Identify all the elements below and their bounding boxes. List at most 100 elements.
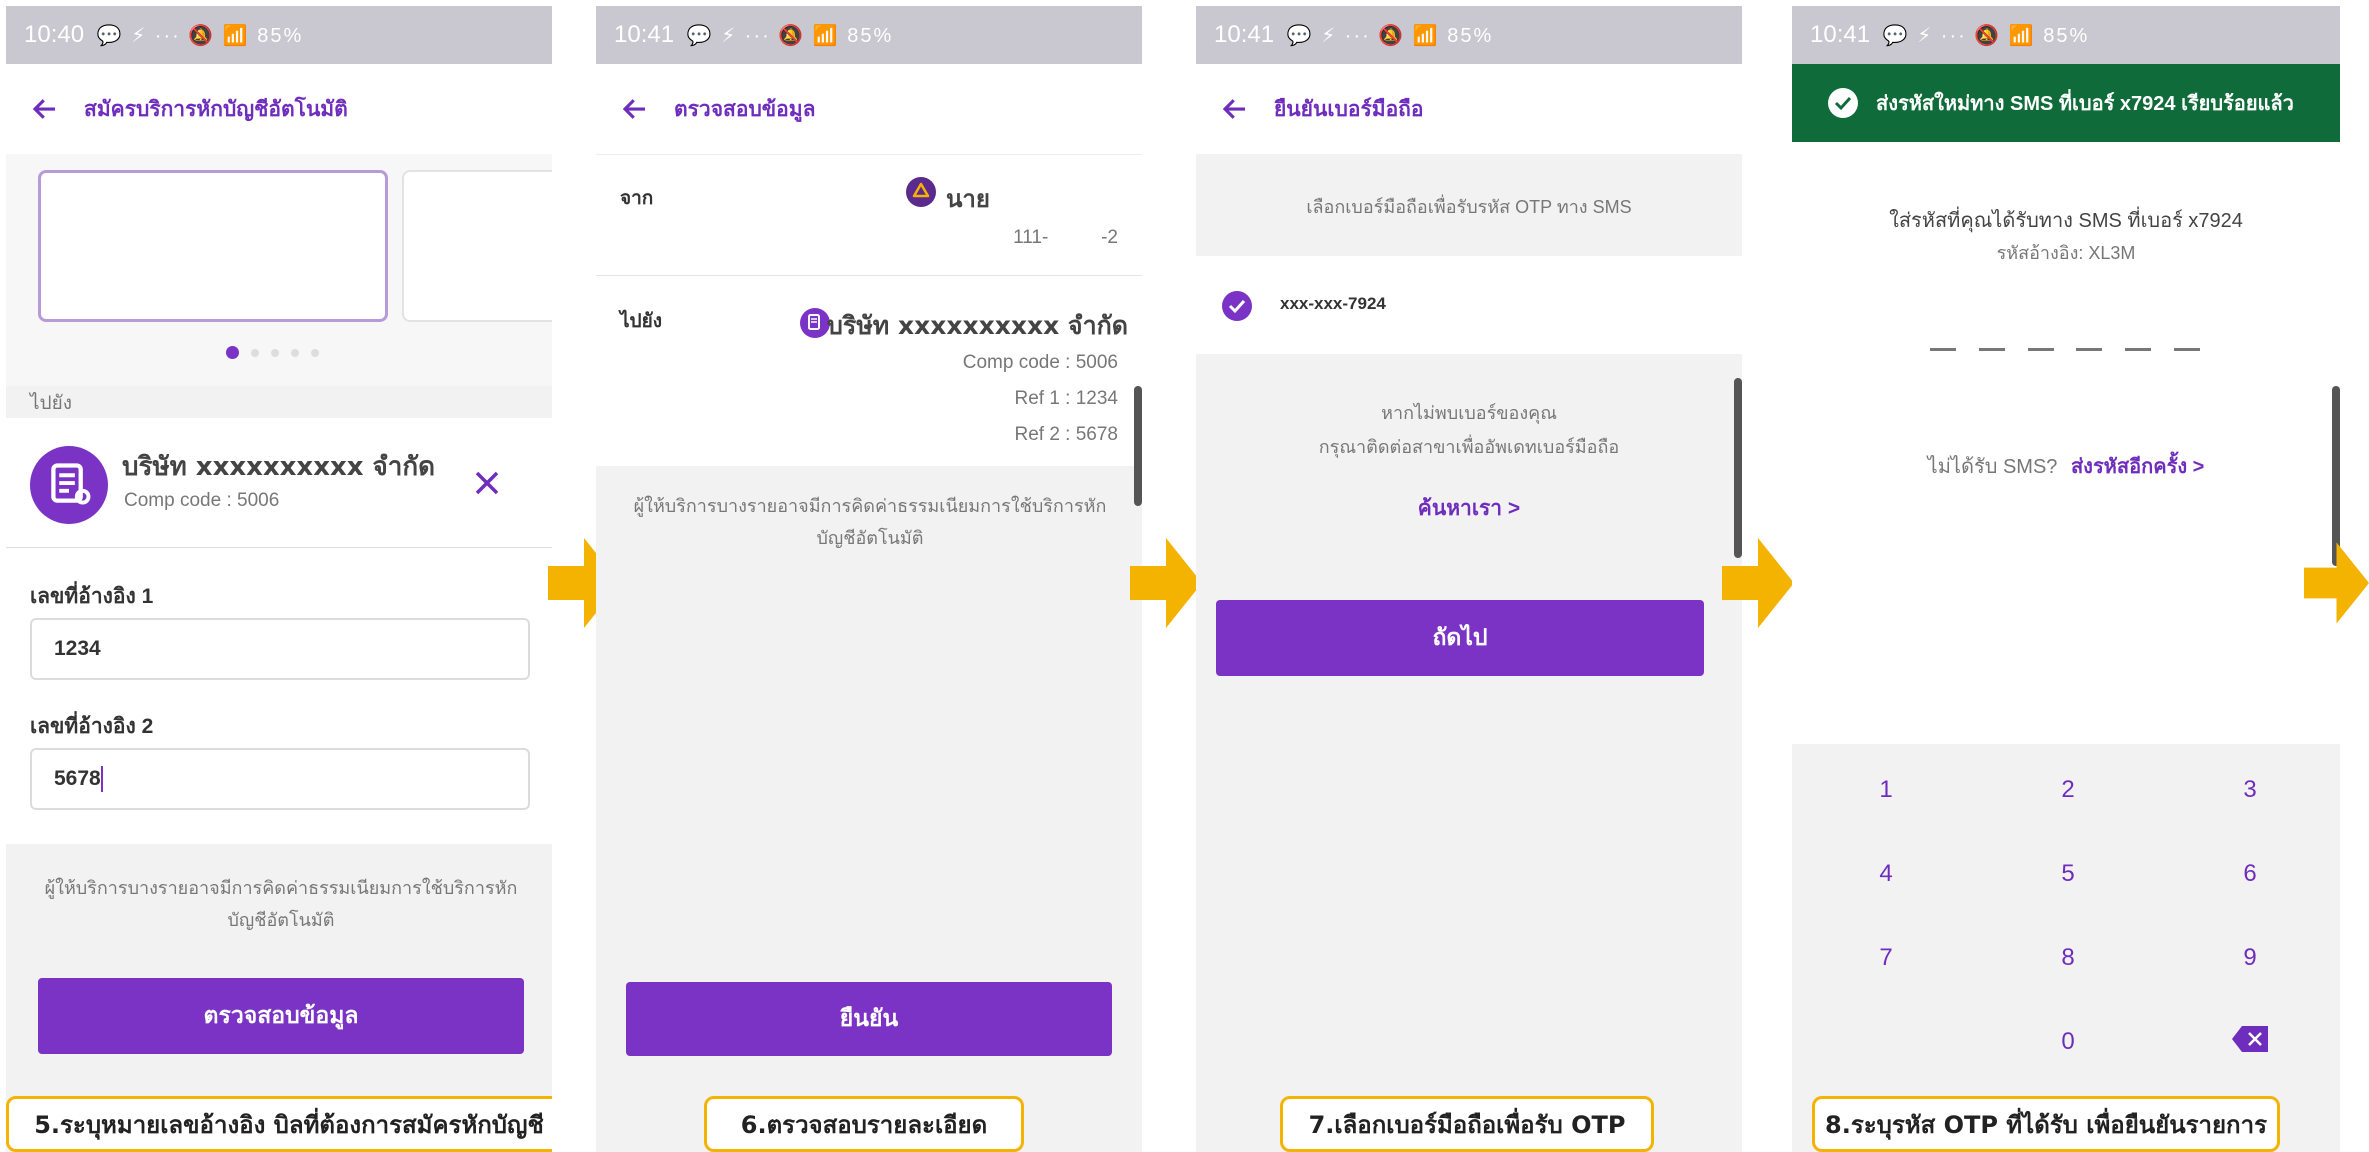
- screen-review-details: 10:41 💬 ⚡ ··· 🔕 📶 85% ตรวจสอบข้อมูล จาก …: [596, 6, 1142, 1152]
- company-icon: [800, 308, 830, 338]
- page-title: สมัครบริการหักบัญชีอัตโนมัติ: [84, 97, 348, 121]
- otp-panel: ใส่รหัสที่คุณได้รับทาง SMS ที่เบอร์ x792…: [1792, 142, 2340, 744]
- key-2[interactable]: 2: [2018, 776, 2118, 804]
- carousel-card[interactable]: [402, 170, 552, 322]
- fee-note: ผู้ให้บริการบางรายอาจมีการคิดค่าธรรมเนีย…: [633, 496, 1107, 548]
- otp-digit-slot: [2173, 348, 2200, 351]
- ref1-input[interactable]: 1234: [30, 618, 530, 680]
- otp-instruction: เลือกเบอร์มือถือเพื่อรับรหัส OTP ทาง SMS: [1306, 197, 1632, 217]
- carousel-dot-active: [226, 346, 239, 360]
- company-icon: [30, 446, 108, 524]
- phone-number: xxx-xxx-7924: [1280, 294, 1386, 313]
- resend-link[interactable]: ส่งรหัสอีกครั้ง >: [2071, 456, 2204, 478]
- status-icons: 💬 ⚡ ··· 🔕 📶 85%: [1286, 25, 1494, 47]
- resend-row: ไม่ได้รับ SMS? ส่งรหัสอีกครั้ง >: [1792, 450, 2340, 482]
- key-6[interactable]: 6: [2200, 860, 2300, 888]
- app-bar: ยืนยันเบอร์มือถือ: [1196, 64, 1742, 154]
- to-section: ไปยัง บริษัท xxxxxxxxxx จำกัด Comp code …: [596, 276, 1142, 466]
- company-name: บริษัท xxxxxxxxxx จำกัด: [827, 311, 1128, 340]
- otp-digit-slot: [2027, 348, 2054, 351]
- from-label: จาก: [620, 188, 654, 209]
- to-label: ไปยัง: [30, 393, 73, 414]
- otp-instruction: ใส่รหัสที่คุณได้รับทาง SMS ที่เบอร์ x792…: [1889, 210, 2243, 232]
- status-bar: 10:41 💬 ⚡ ··· 🔕 📶 85%: [1792, 6, 2340, 64]
- key-7[interactable]: 7: [1836, 944, 1936, 972]
- phone-option[interactable]: xxx-xxx-7924: [1196, 256, 1742, 354]
- account-icon: [906, 177, 936, 207]
- app-bar: ตรวจสอบข้อมูล: [596, 64, 1142, 154]
- from-account: 111- -2: [1013, 227, 1118, 248]
- check-circle-icon: [1222, 291, 1252, 321]
- status-icons: 💬 ⚡ ··· 🔕 📶 85%: [686, 25, 894, 47]
- check-circle-icon: [1828, 88, 1858, 118]
- carousel-dot: [251, 348, 259, 357]
- key-4[interactable]: 4: [1836, 860, 1936, 888]
- key-1[interactable]: 1: [1836, 776, 1936, 804]
- next-button[interactable]: ถัดไป: [1216, 600, 1704, 676]
- text-cursor: [100, 766, 103, 793]
- otp-digit-slot: [2125, 348, 2152, 351]
- comp-code: Comp code : 5006: [962, 352, 1118, 373]
- not-found-line-2: กรุณาติดต่อสาขาเพื่ออัพเดทเบอร์มือถือ: [1318, 437, 1620, 457]
- back-arrow-icon[interactable]: [620, 94, 650, 124]
- reference-code: รหัสอ้างอิง: XL3M: [1996, 243, 2136, 263]
- page-title: ยืนยันเบอร์มือถือ: [1274, 97, 1424, 121]
- app-bar: สมัครบริการหักบัญชีอัตโนมัติ: [6, 64, 552, 154]
- otp-digit-slot: [2076, 348, 2103, 351]
- biller-carousel: [6, 154, 552, 386]
- status-icons: 💬 ⚡ ··· 🔕 📶 85%: [1882, 25, 2090, 47]
- backspace-icon[interactable]: [2230, 1024, 2270, 1054]
- from-section: จาก นาย 111- -2: [596, 154, 1142, 276]
- from-name: นาย: [946, 185, 990, 213]
- key-0[interactable]: 0: [2018, 1028, 2118, 1056]
- ref2-value: Ref 2 : 5678: [1014, 424, 1118, 445]
- key-5[interactable]: 5: [2018, 860, 2118, 888]
- scrollbar[interactable]: [1134, 386, 1142, 506]
- confirm-button[interactable]: ยืนยัน: [626, 982, 1112, 1056]
- status-time: 10:40: [24, 21, 85, 48]
- status-time: 10:41: [1214, 21, 1275, 48]
- to-label: ไปยัง: [620, 311, 663, 332]
- step-caption: 8.ระบุรหัส OTP ที่ได้รับ เพื่อยืนยันรายก…: [1812, 1096, 2280, 1152]
- carousel-card-selected[interactable]: [38, 170, 388, 322]
- not-found-line-1: หากไม่พบเบอร์ของคุณ: [1381, 403, 1557, 423]
- step-caption: 6.ตรวจสอบรายละเอียด: [704, 1096, 1024, 1152]
- carousel-dots: [6, 344, 552, 362]
- status-bar: 10:41 💬 ⚡ ··· 🔕 📶 85%: [596, 6, 1142, 64]
- next-step-arrow-icon: [2304, 542, 2369, 624]
- status-time: 10:41: [614, 21, 675, 48]
- find-us-link[interactable]: ค้นหาเรา >: [1196, 492, 1742, 525]
- back-arrow-icon[interactable]: [1220, 94, 1250, 124]
- check-info-button[interactable]: ตรวจสอบข้อมูล: [38, 978, 524, 1054]
- next-step-arrow-icon: [1130, 538, 1202, 628]
- status-time: 10:41: [1810, 21, 1871, 48]
- ref1-value: Ref 1 : 1234: [1014, 388, 1118, 409]
- ref2-input[interactable]: 5678: [30, 748, 530, 810]
- screen-enter-otp: 10:41 💬 ⚡ ··· 🔕 📶 85% ส่งรหัสใหม่ทาง SMS…: [1792, 6, 2340, 1152]
- comp-code: Comp code : 5006: [124, 490, 280, 511]
- close-icon[interactable]: [472, 468, 502, 498]
- status-bar: 10:40 💬 ⚡ ··· 🔕 📶 85%: [6, 6, 552, 64]
- key-9[interactable]: 9: [2200, 944, 2300, 972]
- key-8[interactable]: 8: [2018, 944, 2118, 972]
- step-caption: 5.ระบุหมายเลขอ้างอิง บิลที่ต้องการสมัครห…: [6, 1096, 552, 1152]
- otp-input[interactable]: [1930, 348, 2200, 352]
- page-title: ตรวจสอบข้อมูล: [674, 97, 816, 121]
- carousel-dot: [291, 348, 299, 357]
- carousel-dot: [271, 348, 279, 357]
- ref2-label: เลขที่อ้างอิง 2: [30, 715, 154, 738]
- step-caption: 7.เลือกเบอร์มือถือเพื่อรับ OTP: [1280, 1096, 1654, 1152]
- scrollbar[interactable]: [1734, 378, 1742, 558]
- success-toast: ส่งรหัสใหม่ทาง SMS ที่เบอร์ x7924 เรียบร…: [1792, 64, 2340, 142]
- selected-biller-card: บริษัท xxxxxxxxxx จำกัด Comp code : 5006: [6, 418, 552, 548]
- next-step-arrow-icon: [1722, 538, 1794, 628]
- not-found-note: หากไม่พบเบอร์ของคุณ กรุณาติดต่อสาขาเพื่อ…: [1196, 396, 1742, 464]
- key-3[interactable]: 3: [2200, 776, 2300, 804]
- screen-select-phone: 10:41 💬 ⚡ ··· 🔕 📶 85% ยืนยันเบอร์มือถือ …: [1196, 6, 1742, 1152]
- toast-message: ส่งรหัสใหม่ทาง SMS ที่เบอร์ x7924 เรียบร…: [1876, 93, 2294, 115]
- otp-digit-slot: [1978, 348, 2005, 351]
- back-arrow-icon[interactable]: [30, 94, 60, 124]
- status-icons: 💬 ⚡ ··· 🔕 📶 85%: [96, 25, 304, 47]
- ref2-value: 5678: [54, 767, 101, 790]
- ref1-label: เลขที่อ้างอิง 1: [30, 585, 154, 608]
